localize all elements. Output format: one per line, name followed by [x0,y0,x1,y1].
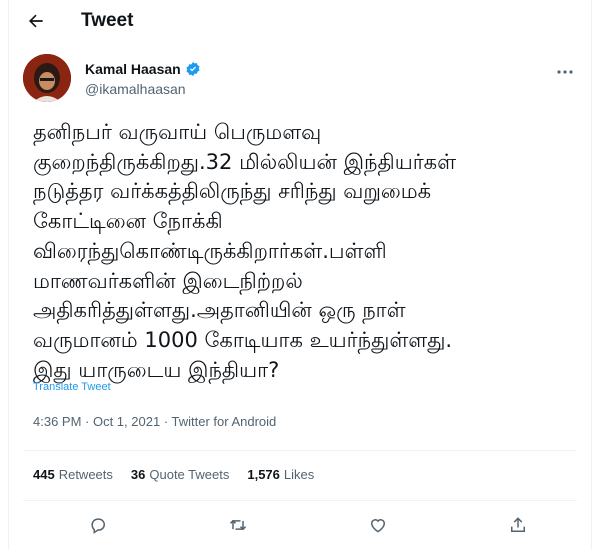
translate-tweet-link[interactable]: Translate Tweet [33,381,111,393]
page-title: Tweet [81,10,134,31]
reply-button[interactable] [81,508,115,542]
retweets-stat[interactable]: 445 Retweets [33,467,113,482]
header-bar: Tweet [9,0,591,42]
retweet-button[interactable] [221,508,255,542]
retweet-icon [229,519,247,531]
quote-tweets-count: 36 [130,467,146,482]
retweets-label: Retweets [58,467,113,482]
arrow-left-icon [29,14,43,28]
avatar[interactable] [23,54,71,102]
tweet-author: Kamal Haasan @ikamalhaasan [23,54,581,108]
share-button[interactable] [501,508,535,542]
likes-label: Likes [283,467,315,482]
likes-stat[interactable]: 1,576 Likes [247,467,314,482]
likes-count: 1,576 [247,467,280,482]
tweet-text: தனிநபர் வருவாய் பெருமளவு குறைந்திருக்கிற… [33,120,457,382]
back-button[interactable] [19,4,53,38]
tweet-actions [9,508,591,542]
tweet-detail-panel: Tweet Kamal Haasan @ikamalhaasan தனிநபர்… [8,0,592,550]
author-info: Kamal Haasan @ikamalhaasan [85,61,201,97]
reply-icon [91,518,106,534]
avatar-image [23,54,71,102]
author-handle[interactable]: @ikamalhaasan [85,81,201,97]
tweet-timestamp[interactable]: 4:36 PM · Oct 1, 2021 · Twitter for Andr… [33,414,276,429]
divider [23,450,577,451]
quote-tweets-label: Quote Tweets [149,467,230,482]
more-icon [557,70,573,74]
author-name[interactable]: Kamal Haasan [85,61,181,77]
divider [23,500,577,501]
quote-tweets-stat[interactable]: 36 Quote Tweets [131,467,229,482]
more-options-button[interactable] [553,62,577,82]
engagement-stats: 445 Retweets 36 Quote Tweets 1,576 Likes [33,467,314,482]
like-button[interactable] [361,508,395,542]
retweets-count: 445 [33,467,55,482]
like-icon [370,519,386,533]
verified-badge-icon [186,62,200,76]
share-icon [511,517,525,532]
